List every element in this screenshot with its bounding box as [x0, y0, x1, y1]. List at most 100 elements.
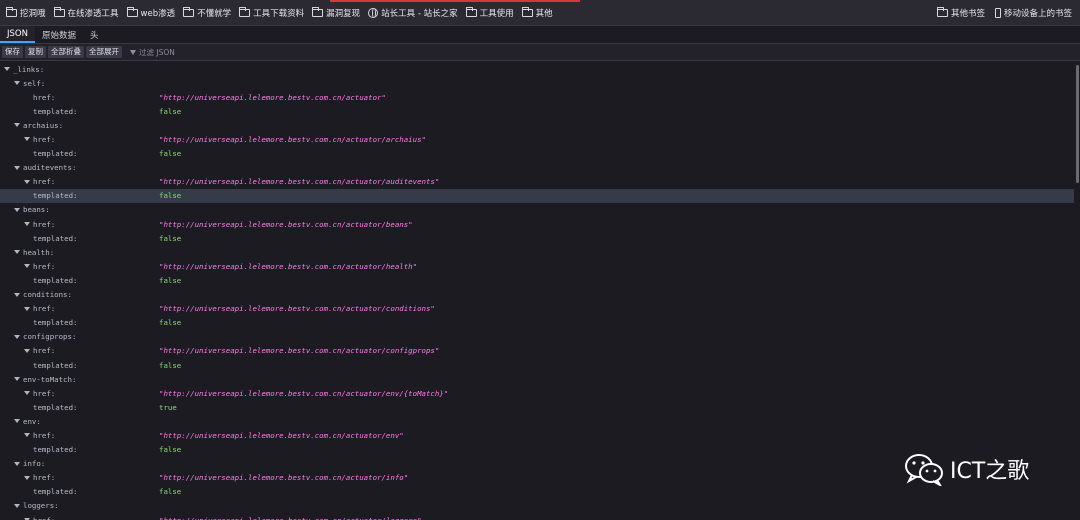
json-row[interactable]: templated: false [0, 316, 1074, 330]
collapse-all-button[interactable]: 全部折叠 [48, 46, 84, 58]
bookmark-left-3[interactable]: 不懂就学 [183, 7, 231, 19]
json-row[interactable]: self: [0, 76, 1074, 90]
expand-toggle-icon[interactable] [24, 264, 30, 269]
json-row[interactable]: href: "http://universeapi.lelemore.bestv.… [0, 513, 1074, 520]
json-row[interactable]: configprops: [0, 330, 1074, 344]
json-row[interactable]: href: "http://universeapi.lelemore.bestv.… [0, 217, 1074, 231]
expand-toggle-icon[interactable] [14, 461, 20, 466]
json-key: href: [33, 92, 56, 102]
bookmark-left-2[interactable]: web渗透 [126, 7, 176, 19]
expand-toggle-icon[interactable] [14, 334, 20, 339]
json-row[interactable]: href: "http://universeapi.lelemore.bestv.… [0, 302, 1074, 316]
json-string-value: "http://universeapi.lelemore.bestv.com.c… [159, 430, 404, 440]
globe-icon [368, 7, 379, 18]
bookmark-left-6[interactable]: 站长工具 - 站长之家 [368, 7, 458, 19]
json-key: templated: [33, 360, 78, 370]
tab-raw-data[interactable]: 原始数据 [35, 26, 83, 43]
json-row[interactable]: health: [0, 245, 1074, 259]
bookmark-left-8[interactable]: 其他 [521, 7, 553, 19]
expand-toggle-icon[interactable] [24, 475, 30, 480]
scrollbar-thumb[interactable] [1076, 65, 1079, 183]
json-key: href: [33, 473, 56, 483]
json-row[interactable]: env-toMatch: [0, 372, 1074, 386]
json-key: beans: [23, 205, 50, 215]
expand-toggle-icon[interactable] [24, 348, 30, 353]
save-button[interactable]: 保存 [2, 46, 23, 58]
json-row[interactable]: href: "http://universeapi.lelemore.bestv.… [0, 132, 1074, 146]
expand-toggle-icon[interactable] [24, 433, 30, 438]
bookmarks-right: 其他书签 移动设备上的书签 [936, 7, 1080, 19]
json-row[interactable]: archaius: [0, 118, 1074, 132]
json-row[interactable]: href: "http://universeapi.lelemore.bestv.… [0, 428, 1074, 442]
folder-icon [465, 7, 477, 17]
expand-all-button[interactable]: 全部展开 [86, 46, 122, 58]
bookmark-label: 工具下载资料 [253, 8, 305, 19]
expand-toggle-icon[interactable] [24, 179, 30, 184]
json-row[interactable]: href: "http://universeapi.lelemore.bestv.… [0, 386, 1074, 400]
expand-toggle-icon[interactable] [14, 123, 20, 128]
expand-toggle-icon[interactable] [4, 67, 10, 71]
json-row[interactable]: templated: false [0, 231, 1074, 245]
json-string-value: "http://universeapi.lelemore.bestv.com.c… [159, 346, 440, 356]
expand-toggle-icon[interactable] [14, 377, 20, 382]
expand-toggle-icon[interactable] [24, 137, 30, 142]
expand-toggle-icon[interactable] [14, 503, 20, 508]
bookmark-left-5[interactable]: 漏洞复现 [312, 7, 360, 19]
json-row[interactable]: href: "http://universeapi.lelemore.bestv.… [0, 90, 1074, 104]
json-row[interactable]: loggers: [0, 499, 1074, 513]
json-row[interactable]: auditevents: [0, 161, 1074, 175]
json-row[interactable]: href: "http://universeapi.lelemore.bestv.… [0, 259, 1074, 273]
json-key: href: [33, 388, 56, 398]
scrollbar[interactable] [1074, 62, 1080, 520]
copy-button[interactable]: 复制 [25, 46, 46, 58]
folder-icon [183, 7, 195, 17]
bookmark-left-7[interactable]: 工具使用 [465, 7, 514, 19]
expand-toggle-icon[interactable] [14, 419, 20, 424]
filter-json-input[interactable]: 过滤 JSON [130, 47, 175, 58]
json-row[interactable]: href: "http://universeapi.lelemore.bestv.… [0, 344, 1074, 358]
json-row[interactable]: templated: false [0, 147, 1074, 161]
bookmark-left-1[interactable]: 在线渗透工具 [53, 7, 119, 19]
json-row[interactable]: templated: true [0, 400, 1074, 414]
json-row[interactable]: templated: false [0, 273, 1074, 287]
json-row[interactable]: templated: false [0, 104, 1074, 118]
bookmark-left-0[interactable]: 挖洞哦 [6, 7, 46, 19]
json-row[interactable]: templated: false [0, 485, 1074, 499]
json-string-value: "http://universeapi.lelemore.bestv.com.c… [159, 177, 440, 187]
json-key: href: [33, 346, 56, 356]
folder-icon [126, 7, 138, 17]
json-string-value: "http://universeapi.lelemore.bestv.com.c… [159, 473, 409, 483]
bookmark-label: web渗透 [140, 8, 176, 19]
expand-toggle-icon[interactable] [14, 165, 20, 170]
tab-headers[interactable]: 头 [83, 26, 106, 43]
json-row[interactable]: templated: false [0, 358, 1074, 372]
json-key: env-toMatch: [23, 374, 77, 384]
json-row[interactable]: beans: [0, 203, 1074, 217]
loading-accent-line [330, 0, 580, 2]
json-row[interactable]: conditions: [0, 288, 1074, 302]
json-key: health: [23, 247, 55, 257]
json-key: href: [33, 219, 56, 229]
json-key: templated: [33, 106, 78, 116]
expand-toggle-icon[interactable] [14, 207, 20, 212]
bookmark-right-0[interactable]: 其他书签 [936, 7, 985, 19]
json-key: self: [23, 78, 46, 88]
tab-json[interactable]: JSON [0, 26, 35, 43]
folder-icon [53, 7, 65, 17]
expand-toggle-icon[interactable] [14, 81, 20, 86]
expand-toggle-icon[interactable] [24, 222, 30, 227]
json-row[interactable]: env: [0, 414, 1074, 428]
expand-toggle-icon[interactable] [24, 306, 30, 311]
json-row[interactable]: href: "http://universeapi.lelemore.bestv.… [0, 175, 1074, 189]
expand-toggle-icon[interactable] [14, 250, 20, 255]
bookmark-right-1[interactable]: 移动设备上的书签 [994, 7, 1072, 19]
json-key: templated: [33, 487, 78, 497]
json-toolbar: 保存 复制 全部折叠 全部展开 过滤 JSON [0, 44, 1080, 61]
expand-toggle-icon[interactable] [24, 391, 30, 396]
json-string-value: "http://universeapi.lelemore.bestv.com.c… [159, 304, 435, 314]
folder-icon [936, 7, 948, 17]
json-row[interactable]: _links: [0, 62, 1074, 76]
expand-toggle-icon[interactable] [14, 292, 20, 297]
bookmark-left-4[interactable]: 工具下载资料 [239, 7, 304, 19]
json-row[interactable]: templated: false [0, 188, 1074, 203]
